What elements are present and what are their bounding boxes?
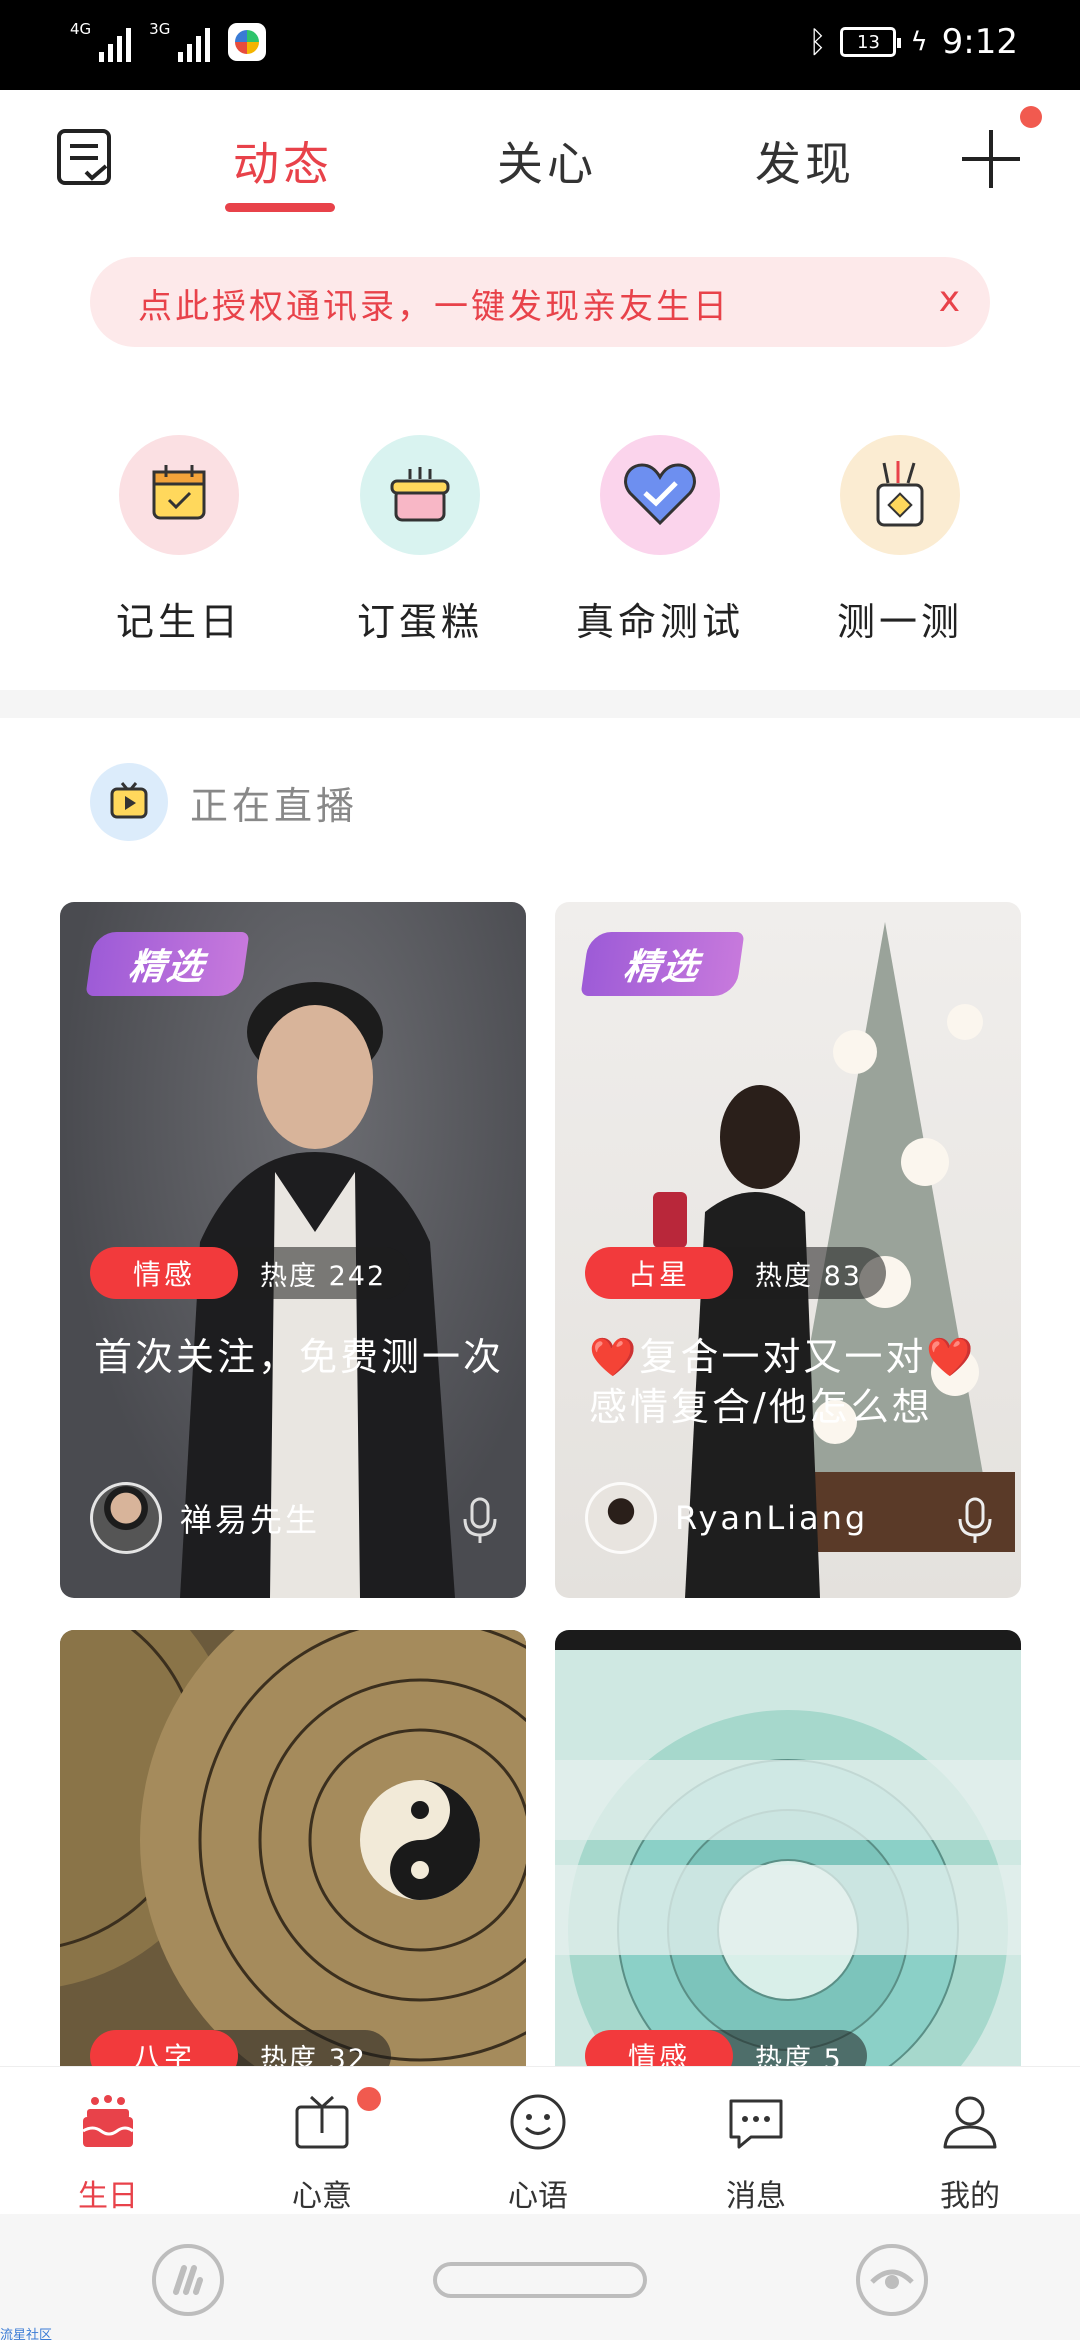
- tabbar-heart-words[interactable]: 心语: [463, 2091, 613, 2215]
- status-bar: 4G 3G ᛒ 13 ϟ 9:12: [0, 0, 1080, 90]
- battery-level: 13: [857, 31, 880, 53]
- signal-4g-icon: 4G: [70, 20, 132, 62]
- category-tag: 八字: [90, 2030, 238, 2066]
- host-photo: [60, 1630, 526, 2066]
- tabbar-messages[interactable]: 消息: [681, 2091, 831, 2215]
- close-icon[interactable]: x: [939, 279, 960, 320]
- author-name: RyanLiang: [675, 1499, 869, 1537]
- tabbar-label: 消息: [726, 2179, 786, 2214]
- add-badge-dot: [1020, 106, 1042, 128]
- active-tab-indicator: [225, 203, 335, 212]
- system-nav-bar: [0, 2214, 1080, 2340]
- bluetooth-icon: ᛒ: [808, 24, 827, 60]
- status-left: 4G 3G: [70, 20, 267, 62]
- shortcut-label: 订蛋糕: [356, 600, 483, 644]
- live-card[interactable]: 八字 热度 32: [60, 1630, 526, 2066]
- live-title: 正在直播: [190, 783, 359, 828]
- battery-icon: 13: [840, 27, 902, 57]
- divination-icon: [840, 435, 960, 555]
- category-tag: 占星: [585, 1247, 733, 1299]
- card-tags: 情感 热度 5: [585, 2030, 867, 2066]
- microphone-icon: [463, 1497, 497, 1543]
- user-icon: [943, 2096, 997, 2149]
- charging-icon: ϟ: [910, 27, 928, 57]
- tabbar-label: 生日: [78, 2179, 138, 2214]
- tabbar-profile[interactable]: 我的: [895, 2091, 1045, 2215]
- signal-4g-label: 4G: [70, 20, 92, 38]
- tabbar-label: 我的: [940, 2179, 1000, 2214]
- shortcut-destiny-test[interactable]: 真命测试: [540, 435, 780, 646]
- featured-badge: 精选: [580, 932, 745, 996]
- shortcut-label: 真命测试: [575, 600, 744, 644]
- eye-icon: [870, 2269, 914, 2289]
- app-switch-icon: [173, 2265, 203, 2295]
- card-author[interactable]: RyanLiang: [585, 1482, 868, 1554]
- cake-icon: [360, 435, 480, 555]
- signal-3g-icon: 3G: [149, 20, 211, 62]
- tab-care[interactable]: 关心: [497, 128, 597, 194]
- category-tag: 情感: [585, 2030, 733, 2066]
- card-tags: 占星 热度 83: [585, 1247, 886, 1299]
- tv-icon: [90, 763, 168, 841]
- watermark-text: 流星社区: [0, 2328, 53, 2340]
- add-icon[interactable]: [962, 130, 1020, 188]
- shortcut-label: 测一测: [836, 600, 963, 644]
- shortcut-grid: 记生日 订蛋糕 真命测试 测一测: [0, 435, 1080, 665]
- card-author[interactable]: 禅易先生: [90, 1482, 320, 1554]
- signal-3g-label: 3G: [149, 20, 171, 38]
- section-divider: [0, 690, 1080, 718]
- tab-discover[interactable]: 发现: [755, 128, 855, 194]
- microphone-icon: [958, 1497, 992, 1543]
- shortcut-record-birthday[interactable]: 记生日: [59, 435, 299, 646]
- tabbar-label: 心语: [508, 2179, 568, 2214]
- heart-icon: [600, 435, 720, 555]
- top-nav: 动态 关心 发现: [0, 90, 1080, 220]
- tab-dynamic[interactable]: 动态: [233, 128, 333, 194]
- featured-badge: 精选: [85, 932, 250, 996]
- live-card[interactable]: 精选 情感 热度 242 首次关注，免费测一次 禅易先生: [60, 902, 526, 1598]
- author-name: 禅易先生: [180, 1501, 321, 1539]
- contacts-permission-banner[interactable]: 点此授权通讯录，一键发现亲友生日 x: [90, 257, 990, 347]
- banner-text: 点此授权通讯录，一键发现亲友生日: [138, 287, 730, 327]
- status-right: ᛒ 13 ϟ 9:12: [808, 22, 1018, 62]
- eye-button[interactable]: [856, 2244, 928, 2316]
- gift-badge-dot: [357, 2087, 381, 2111]
- category-tag: 情感: [90, 1247, 238, 1299]
- gift-icon: [295, 2095, 349, 2149]
- live-card[interactable]: 精选 占星 热度 83 ❤️复合一对又一对❤️感情复合/他怎么想 RyanLia…: [555, 902, 1021, 1598]
- tabbar-label: 心意: [292, 2179, 352, 2214]
- shortcut-order-cake[interactable]: 订蛋糕: [300, 435, 540, 646]
- message-icon: [729, 2099, 783, 2149]
- status-time: 9:12: [941, 22, 1018, 62]
- card-tags: 八字 热度 32: [90, 2030, 391, 2066]
- host-photo: [555, 1650, 1021, 2066]
- tabbar-birthday[interactable]: 生日: [33, 2091, 183, 2215]
- shortcut-fortune-test[interactable]: 测一测: [780, 435, 1020, 646]
- card-title: ❤️复合一对又一对❤️感情复合/他怎么想: [589, 1335, 977, 1429]
- app-switch-button[interactable]: [152, 2244, 224, 2316]
- checklist-icon[interactable]: [56, 128, 114, 186]
- card-tags: 情感 热度 242: [90, 1247, 411, 1299]
- live-section-header: 正在直播: [90, 762, 358, 842]
- avatar: [585, 1482, 657, 1554]
- calendar-icon: [119, 435, 239, 555]
- bottom-tab-bar: 生日 心意 心语 消息 我的: [0, 2066, 1080, 2214]
- smile-icon: [510, 2094, 566, 2150]
- live-card[interactable]: 情感 热度 5: [555, 1630, 1021, 2066]
- shortcut-label: 记生日: [115, 600, 242, 644]
- cake-tab-icon: [82, 2095, 134, 2147]
- card-title: 首次关注，免费测一次: [94, 1335, 505, 1379]
- avatar: [90, 1482, 162, 1554]
- app-notification-icon: [228, 23, 267, 61]
- home-pill[interactable]: [433, 2262, 647, 2298]
